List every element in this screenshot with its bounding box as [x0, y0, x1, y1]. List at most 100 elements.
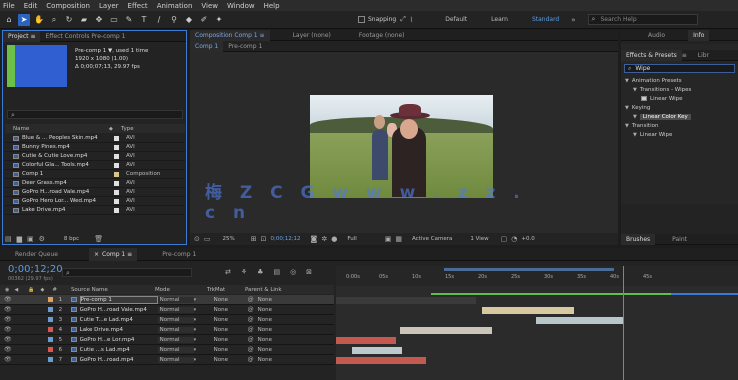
trash-icon[interactable]: 🗑: [94, 235, 103, 243]
always-preview-icon[interactable]: ⊙: [194, 235, 200, 243]
eraser-tool-icon[interactable]: ◆: [183, 14, 195, 26]
project-item[interactable]: Deer Grass.mp4 AVI: [5, 179, 185, 188]
disclosure-triangle-icon[interactable]: ▼: [633, 87, 637, 93]
effects-tree-item[interactable]: ▼ Linear Wipe: [621, 130, 738, 139]
menu-item-edit[interactable]: Edit: [24, 2, 38, 10]
layer-label-color[interactable]: [47, 307, 53, 312]
dropdown-arrow-icon[interactable]: ▾: [194, 357, 210, 363]
layer-row[interactable]: 👁 6 Cutie ...s Lad.mp4 Normal ▾ None @ None: [0, 345, 334, 355]
draft-3d-icon[interactable]: ⚘: [241, 268, 247, 276]
tab-comp-1[interactable]: × Comp 1 ≡: [88, 247, 138, 261]
layer-name[interactable]: Cutie ...s Lad.mp4: [80, 347, 158, 353]
tab-brushes[interactable]: Brushes: [621, 233, 656, 245]
disclosure-triangle-icon[interactable]: ▼: [625, 78, 629, 84]
frame-blending-icon[interactable]: ▤: [273, 268, 280, 276]
layer-duration-bar[interactable]: [336, 357, 426, 364]
tab-pre-comp-1[interactable]: Pre-comp 1: [157, 249, 201, 260]
menu-item-composition[interactable]: Composition: [46, 2, 90, 10]
layer-row[interactable]: 👁 3 Cutie T...e Lad.mp4 Normal ▾ None @ None: [0, 315, 334, 325]
stamp-tool-icon[interactable]: ⚲: [168, 14, 180, 26]
comp-flowchart-icon[interactable]: ⇄: [225, 268, 231, 276]
subtab-pre-comp-1[interactable]: Pre-comp 1: [223, 41, 267, 52]
workspace-learn[interactable]: Learn: [491, 16, 508, 23]
shy-layers-icon[interactable]: ♣: [257, 268, 263, 276]
layer-mode[interactable]: Normal: [157, 296, 194, 303]
pen-tool-icon[interactable]: ✎: [123, 14, 135, 26]
label-color-swatch[interactable]: [114, 135, 119, 141]
column-type[interactable]: Type: [121, 126, 134, 132]
exposure-offset[interactable]: +0.0: [521, 236, 534, 242]
zoom-tool-icon[interactable]: ⌕: [48, 14, 60, 26]
layer-label-color[interactable]: [47, 317, 53, 322]
label-color-swatch[interactable]: [114, 207, 119, 213]
layer-duration-bar[interactable]: [352, 347, 402, 354]
tab-footage[interactable]: Footage (none): [354, 30, 410, 41]
tab-paint[interactable]: Paint: [667, 234, 692, 245]
dropdown-arrow-icon[interactable]: ▾: [194, 317, 210, 323]
layer-row[interactable]: 👁 5 GoPro H...e Lor.mp4 Normal ▾ None @ None: [0, 335, 334, 345]
layer-selection-bar[interactable]: [671, 293, 738, 295]
disclosure-triangle-icon[interactable]: ▼: [633, 114, 637, 120]
layer-mode[interactable]: Normal: [157, 326, 194, 333]
camera-view[interactable]: Active Camera: [412, 236, 452, 242]
tab-effects-presets[interactable]: Effects & Presets: [621, 49, 682, 61]
current-time[interactable]: 0;00;12;12: [270, 236, 300, 242]
workspace-standard[interactable]: Standard: [532, 16, 559, 23]
timeline-search-field[interactable]: ⌕: [62, 268, 192, 277]
eye-icon[interactable]: 👁: [4, 296, 12, 303]
current-time-indicator[interactable]: [623, 266, 624, 380]
layer-name[interactable]: GoPro H...road.mp4: [80, 357, 158, 363]
pan-tool-icon[interactable]: ✥: [93, 14, 105, 26]
effects-tree-item[interactable]: ▼ Linear Color Key: [621, 112, 738, 121]
layer-parent[interactable]: None: [258, 327, 272, 333]
disclosure-triangle-icon[interactable]: ▼: [633, 132, 637, 138]
tab-project[interactable]: Project ≡: [3, 30, 41, 42]
pickwhip-icon[interactable]: @: [248, 306, 254, 313]
hand-tool-icon[interactable]: ✋: [33, 14, 45, 26]
color-swatch-icon[interactable]: ●: [331, 235, 337, 243]
zoom-level[interactable]: 25%: [223, 236, 235, 242]
snap-icon[interactable]: ⤢: [400, 15, 406, 24]
effects-tree-item[interactable]: ▼ Transition: [621, 121, 738, 130]
menu-item-layer[interactable]: Layer: [99, 2, 119, 10]
pickwhip-icon[interactable]: @: [248, 356, 254, 363]
panel-menu-icon[interactable]: ≡: [682, 52, 687, 59]
disclosure-triangle-icon[interactable]: ▼: [625, 123, 629, 129]
label-color-swatch[interactable]: [114, 171, 119, 177]
pickwhip-icon[interactable]: @: [248, 296, 254, 303]
layer-row[interactable]: 👁 1 Pre-comp 1 Normal ▾ None @ None: [0, 295, 334, 305]
layer-label-color[interactable]: [47, 297, 53, 302]
layer-row[interactable]: 👁 7 GoPro H...road.mp4 Normal ▾ None @ None: [0, 355, 334, 365]
snapping-checkbox[interactable]: [358, 16, 365, 23]
layer-trkmat[interactable]: None: [210, 337, 248, 343]
layer-name[interactable]: Pre-comp 1: [79, 295, 158, 304]
layer-parent[interactable]: None: [258, 357, 272, 363]
header-mode[interactable]: Mode: [155, 287, 207, 293]
work-area-bar[interactable]: [444, 268, 614, 271]
dropdown-arrow-icon[interactable]: ▾: [194, 327, 210, 333]
layer-name[interactable]: Lake Drive.mp4: [80, 327, 158, 333]
eye-icon[interactable]: 👁: [4, 326, 12, 333]
roi-icon[interactable]: ▣: [385, 235, 392, 243]
layer-label-color[interactable]: [47, 357, 53, 362]
column-name[interactable]: Name: [13, 126, 109, 132]
timecode[interactable]: 0;00;12;20: [8, 264, 63, 275]
tab-libraries[interactable]: Libr: [693, 50, 714, 61]
home-icon[interactable]: ⌂: [3, 14, 15, 26]
layer-duration-bar[interactable]: [482, 307, 574, 314]
project-item[interactable]: Comp 1 Composition: [5, 170, 185, 179]
selection-tool-icon[interactable]: ➤: [18, 13, 30, 26]
effects-tree-item[interactable]: ▼ Keying: [621, 103, 738, 112]
dropdown-arrow-icon[interactable]: ▾: [194, 337, 210, 343]
layer-parent[interactable]: None: [258, 297, 272, 303]
workspace-default[interactable]: Default: [445, 16, 467, 23]
layer-duration-bar[interactable]: [536, 317, 624, 324]
region-icon[interactable]: ▭: [204, 235, 211, 243]
dropdown-arrow-icon[interactable]: ▾: [194, 347, 210, 353]
project-item[interactable]: Cutie & Cutie Love.mp4 AVI: [5, 152, 185, 161]
layer-duration-bar[interactable]: [336, 337, 396, 344]
label-color-swatch[interactable]: [114, 189, 119, 195]
layer-label-color[interactable]: [47, 327, 53, 332]
show-channel-icon[interactable]: ✲: [321, 235, 327, 243]
project-search-field[interactable]: ⌕: [7, 110, 183, 119]
